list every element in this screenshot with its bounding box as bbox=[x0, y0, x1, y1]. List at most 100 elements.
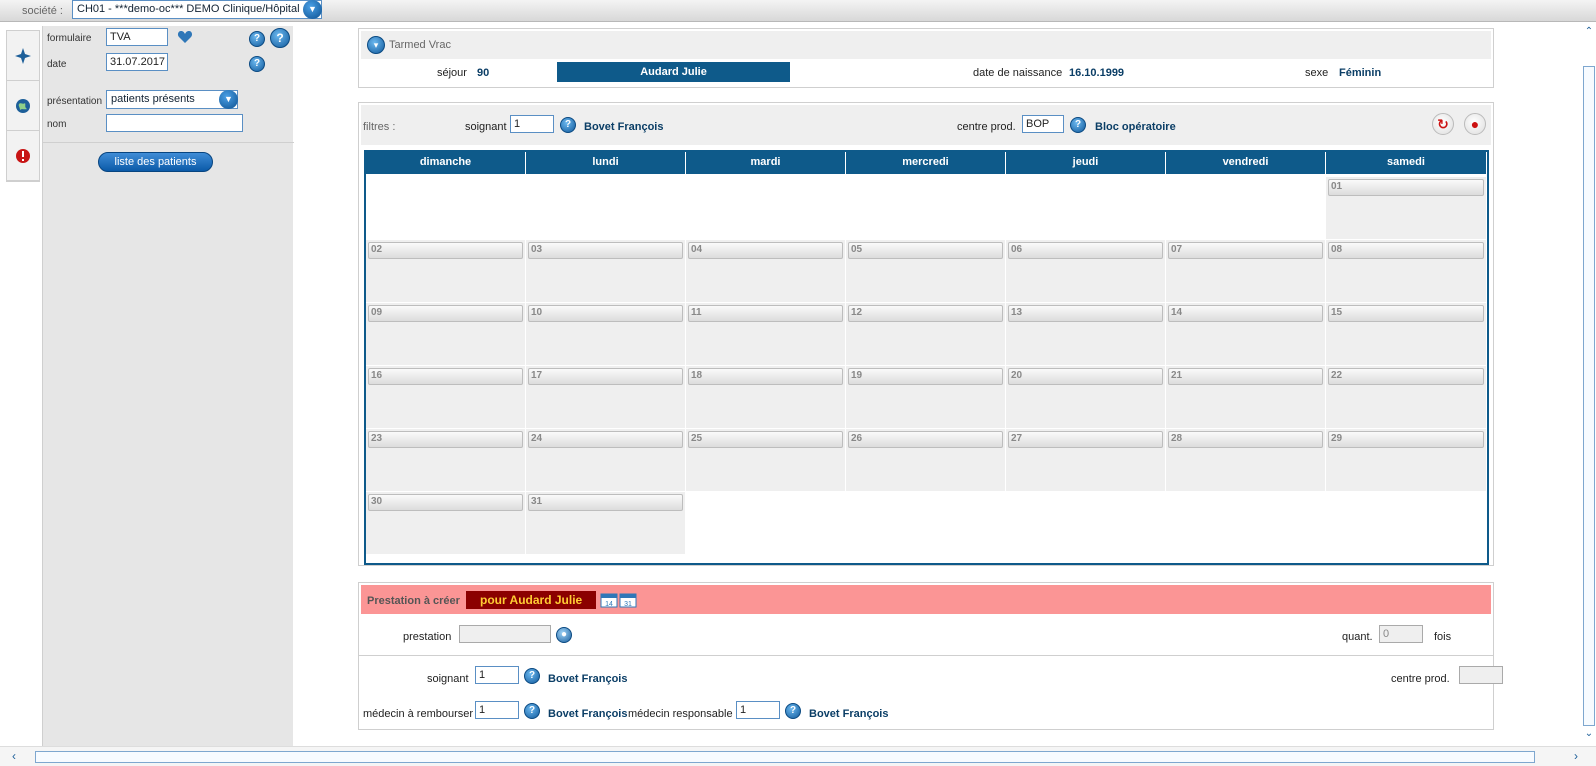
chevron-up-icon[interactable]: ⌃ bbox=[1583, 26, 1595, 38]
chevron-down-icon[interactable]: ▾ bbox=[367, 36, 385, 54]
chevron-right-icon[interactable]: › bbox=[1574, 749, 1578, 763]
calendar-day-label[interactable]: 18 bbox=[688, 368, 843, 385]
calendar-day-label[interactable]: 12 bbox=[848, 305, 1003, 322]
calendar-day-cell[interactable]: 18 bbox=[686, 366, 846, 429]
calendar-day-cell[interactable]: 04 bbox=[686, 240, 846, 303]
rail-button-alert[interactable] bbox=[7, 131, 39, 181]
calendar-day-cell[interactable]: 27 bbox=[1006, 429, 1166, 492]
calendar-day-label[interactable]: 11 bbox=[688, 305, 843, 322]
calendar-day-label[interactable]: 08 bbox=[1328, 242, 1484, 259]
calendar-day-cell[interactable]: 21 bbox=[1166, 366, 1326, 429]
chevron-down-icon[interactable]: ⌄ bbox=[1583, 728, 1595, 740]
help-icon[interactable]: ? bbox=[249, 56, 265, 72]
calendar-day-cell[interactable]: 26 bbox=[846, 429, 1006, 492]
help-icon[interactable]: ? bbox=[249, 31, 265, 47]
help-icon[interactable]: ? bbox=[1070, 117, 1086, 133]
calendar-day-label[interactable]: 31 bbox=[528, 494, 683, 511]
refresh-icon[interactable]: ↻ bbox=[1432, 113, 1454, 135]
calendar-day-cell[interactable]: 15 bbox=[1326, 303, 1487, 366]
calendar-day-cell[interactable]: 20 bbox=[1006, 366, 1166, 429]
help-icon[interactable]: ? bbox=[524, 703, 540, 719]
calendar-day-label[interactable]: 26 bbox=[848, 431, 1003, 448]
centre-prod-input[interactable] bbox=[1459, 666, 1503, 684]
record-icon[interactable]: ● bbox=[1464, 113, 1486, 135]
calendar-day-label[interactable]: 09 bbox=[368, 305, 523, 322]
calendar-icon[interactable]: 14 31 bbox=[600, 592, 638, 608]
calendar-day-cell[interactable]: 03 bbox=[526, 240, 686, 303]
calendar-day-label[interactable]: 24 bbox=[528, 431, 683, 448]
calendar-day-cell[interactable]: 08 bbox=[1326, 240, 1487, 303]
help-icon[interactable]: ? bbox=[785, 703, 801, 719]
calendar-day-cell[interactable]: 30 bbox=[366, 492, 526, 555]
filter-soignant-input[interactable]: 1 bbox=[510, 115, 554, 133]
calendar-day-label[interactable]: 30 bbox=[368, 494, 523, 511]
calendar-day-label[interactable]: 23 bbox=[368, 431, 523, 448]
formulaire-input[interactable]: TVA bbox=[106, 28, 168, 46]
calendar-day-label[interactable]: 02 bbox=[368, 242, 523, 259]
calendar-day-label[interactable]: 10 bbox=[528, 305, 683, 322]
calendar-day-cell[interactable]: 29 bbox=[1326, 429, 1487, 492]
calendar-day-label[interactable]: 01 bbox=[1328, 179, 1484, 196]
calendar-day-label[interactable]: 04 bbox=[688, 242, 843, 259]
quant-input[interactable]: 0 bbox=[1379, 625, 1423, 643]
calendar-day-cell[interactable]: 17 bbox=[526, 366, 686, 429]
patients-list-button[interactable]: liste des patients bbox=[98, 152, 213, 172]
calendar-day-cell[interactable]: 01 bbox=[1326, 177, 1487, 240]
soignant-input[interactable]: 1 bbox=[475, 666, 519, 684]
calendar-day-label[interactable]: 16 bbox=[368, 368, 523, 385]
calendar-day-label[interactable]: 05 bbox=[848, 242, 1003, 259]
help-icon[interactable]: ? bbox=[560, 117, 576, 133]
calendar-day-cell[interactable]: 11 bbox=[686, 303, 846, 366]
help-icon[interactable]: ? bbox=[270, 28, 290, 48]
calendar-day-cell[interactable]: 05 bbox=[846, 240, 1006, 303]
search-icon[interactable]: ● bbox=[556, 627, 572, 643]
calendar-day-label[interactable]: 14 bbox=[1168, 305, 1323, 322]
nom-input[interactable] bbox=[106, 114, 243, 132]
presentation-select[interactable]: patients présents ▼ bbox=[106, 90, 238, 109]
calendar-day-label[interactable]: 07 bbox=[1168, 242, 1323, 259]
medecin-responsable-input[interactable]: 1 bbox=[736, 701, 780, 719]
calendar-day-cell[interactable]: 19 bbox=[846, 366, 1006, 429]
filter-centre-input[interactable]: BOP bbox=[1022, 115, 1064, 133]
calendar-day-cell[interactable]: 07 bbox=[1166, 240, 1326, 303]
calendar-day-cell[interactable]: 16 bbox=[366, 366, 526, 429]
calendar-day-label[interactable]: 29 bbox=[1328, 431, 1484, 448]
calendar-day-label[interactable]: 25 bbox=[688, 431, 843, 448]
societe-select[interactable]: CH01 - ***demo-oc*** DEMO Clinique/Hôpit… bbox=[72, 0, 322, 19]
calendar-day-cell[interactable]: 02 bbox=[366, 240, 526, 303]
calendar-day-cell[interactable]: 24 bbox=[526, 429, 686, 492]
scroll-thumb[interactable] bbox=[1583, 66, 1595, 726]
help-icon[interactable]: ? bbox=[524, 668, 540, 684]
horizontal-scrollbar[interactable]: ‹ › bbox=[0, 746, 1596, 766]
calendar-day-cell[interactable]: 09 bbox=[366, 303, 526, 366]
calendar-day-label[interactable]: 21 bbox=[1168, 368, 1323, 385]
calendar-day-label[interactable]: 20 bbox=[1008, 368, 1163, 385]
calendar-day-label[interactable]: 28 bbox=[1168, 431, 1323, 448]
date-input[interactable]: 31.07.2017 bbox=[106, 53, 168, 71]
calendar-day-label[interactable]: 27 bbox=[1008, 431, 1163, 448]
calendar-day-label[interactable]: 17 bbox=[528, 368, 683, 385]
calendar-day-cell[interactable]: 14 bbox=[1166, 303, 1326, 366]
rail-button-compass[interactable] bbox=[7, 31, 39, 81]
calendar-day-label[interactable]: 06 bbox=[1008, 242, 1163, 259]
chevron-left-icon[interactable]: ‹ bbox=[12, 749, 16, 763]
calendar-day-cell[interactable]: 22 bbox=[1326, 366, 1487, 429]
rail-button-globe[interactable] bbox=[7, 81, 39, 131]
calendar-day-cell[interactable]: 13 bbox=[1006, 303, 1166, 366]
prestation-input[interactable] bbox=[459, 625, 551, 643]
medecin-rembourser-input[interactable]: 1 bbox=[475, 701, 519, 719]
calendar-day-cell[interactable]: 10 bbox=[526, 303, 686, 366]
calendar-day-label[interactable]: 15 bbox=[1328, 305, 1484, 322]
calendar-day-cell[interactable]: 12 bbox=[846, 303, 1006, 366]
scroll-thumb[interactable] bbox=[35, 751, 1535, 763]
calendar-day-cell[interactable]: 06 bbox=[1006, 240, 1166, 303]
calendar-day-label[interactable]: 19 bbox=[848, 368, 1003, 385]
calendar-day-label[interactable]: 13 bbox=[1008, 305, 1163, 322]
calendar-day-cell[interactable]: 28 bbox=[1166, 429, 1326, 492]
calendar-day-cell[interactable]: 31 bbox=[526, 492, 686, 555]
calendar-day-label[interactable]: 22 bbox=[1328, 368, 1484, 385]
calendar-day-cell[interactable]: 25 bbox=[686, 429, 846, 492]
calendar-day-label[interactable]: 03 bbox=[528, 242, 683, 259]
heart-icon[interactable] bbox=[177, 30, 193, 47]
vertical-scrollbar[interactable]: ⌃ ⌄ bbox=[1582, 26, 1596, 742]
